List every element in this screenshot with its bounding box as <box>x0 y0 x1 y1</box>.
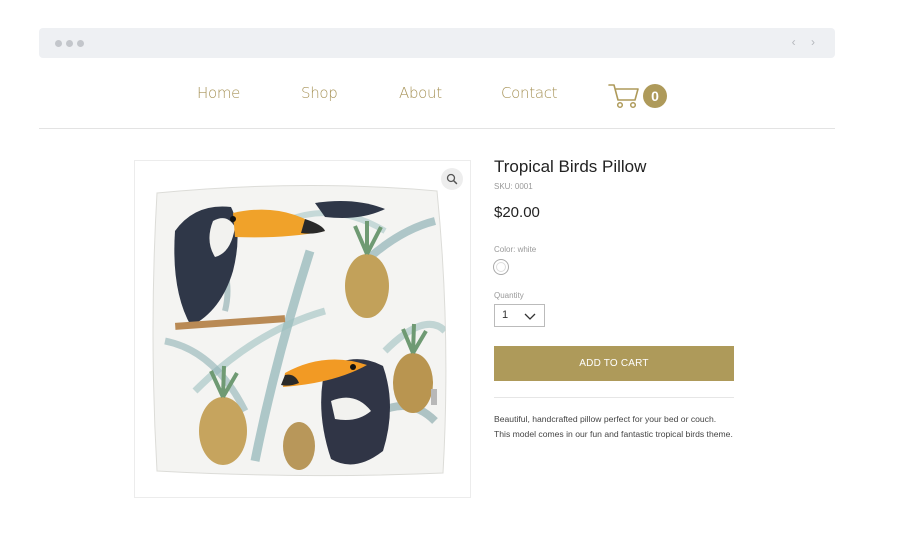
pillow-image <box>152 184 447 477</box>
color-swatch-white[interactable] <box>493 259 509 275</box>
quantity-value: 1 <box>502 309 509 321</box>
nav-about[interactable]: About <box>399 84 442 102</box>
description-divider <box>494 397 734 398</box>
nav-divider <box>39 128 835 129</box>
add-to-cart-button[interactable]: ADD TO CART <box>494 346 734 381</box>
nav-home[interactable]: Home <box>197 84 240 102</box>
cart-button[interactable]: 0 <box>608 80 670 112</box>
main-nav: Home Shop About Contact <box>0 84 909 108</box>
window-dot <box>66 40 73 47</box>
browser-bar: ‹ › <box>39 28 835 58</box>
color-label: Color: white <box>494 245 537 254</box>
product-image[interactable] <box>134 160 471 498</box>
product-description: Beautiful, handcrafted pillow perfect fo… <box>494 412 764 442</box>
chevron-down-icon <box>524 313 536 320</box>
window-dots <box>55 40 84 47</box>
quantity-label: Quantity <box>494 291 524 300</box>
nav-contact[interactable]: Contact <box>501 84 558 102</box>
product-sku: SKU: 0001 <box>494 182 533 191</box>
window-dot <box>77 40 84 47</box>
description-line: Beautiful, handcrafted pillow perfect fo… <box>494 414 717 424</box>
browser-nav-arrows[interactable]: ‹ › <box>792 35 821 49</box>
window-dot <box>55 40 62 47</box>
zoom-button[interactable] <box>441 168 463 190</box>
description-line: This model comes in our fun and fantasti… <box>494 429 733 439</box>
cart-count-badge: 0 <box>643 84 667 108</box>
product-title: Tropical Birds Pillow <box>494 157 647 176</box>
quantity-select[interactable]: 1 <box>494 304 545 327</box>
product-price: $20.00 <box>494 204 540 221</box>
nav-shop[interactable]: Shop <box>301 84 338 102</box>
magnifier-icon <box>446 173 458 185</box>
cart-icon <box>608 84 639 109</box>
